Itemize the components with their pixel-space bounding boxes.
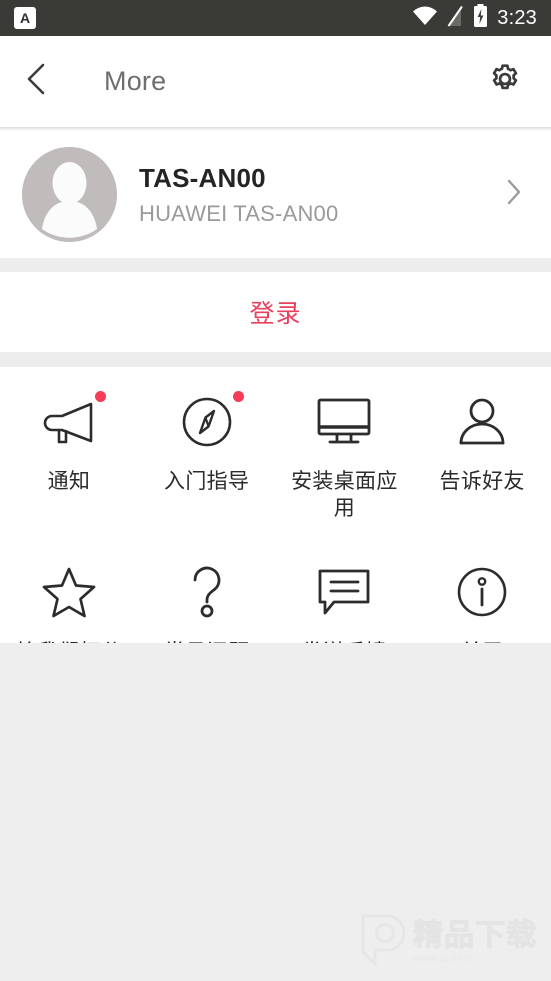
app-badge-letter: A bbox=[19, 10, 31, 26]
profile-chevron-button[interactable] bbox=[505, 177, 523, 212]
megaphone-icon bbox=[42, 399, 96, 450]
question-mark-icon bbox=[187, 565, 227, 624]
menu-grid-row-gap bbox=[0, 522, 551, 556]
speech-bubble-icon bbox=[317, 568, 371, 621]
menu-item-install-desktop-app[interactable]: 安装桌面应用 bbox=[276, 385, 414, 522]
person-icon bbox=[457, 397, 507, 452]
profile-text-block: TAS-AN00 HUAWEI TAS-AN00 bbox=[139, 162, 505, 227]
page-title: More bbox=[104, 66, 167, 96]
monitor-icon bbox=[316, 397, 372, 452]
gear-icon bbox=[488, 62, 522, 101]
login-button[interactable]: 登录 bbox=[249, 294, 301, 330]
profile-subtitle: HUAWEI TAS-AN00 bbox=[139, 200, 339, 226]
status-bar-right: 3:23 bbox=[412, 4, 537, 32]
menu-item-notifications[interactable]: 通知 bbox=[0, 385, 138, 522]
wifi-icon bbox=[412, 6, 438, 31]
tell-a-friend-icon-wrap bbox=[448, 393, 516, 455]
rate-us-icon-wrap bbox=[35, 564, 103, 626]
section-separator-top bbox=[0, 258, 551, 272]
send-feedback-icon-wrap bbox=[310, 564, 378, 626]
page-background bbox=[0, 643, 551, 981]
status-bar: A 3:23 bbox=[0, 0, 551, 36]
menu-item-label: 入门指导 bbox=[164, 469, 250, 493]
chevron-right-icon bbox=[505, 179, 523, 211]
signal-off-icon bbox=[447, 5, 464, 32]
star-icon bbox=[42, 566, 96, 623]
profile-name: TAS-AN00 bbox=[139, 163, 266, 193]
menu-item-label: 通知 bbox=[47, 469, 91, 493]
notification-badge-dot bbox=[94, 391, 106, 402]
compass-icon bbox=[181, 396, 233, 453]
avatar bbox=[22, 147, 117, 242]
chevron-left-icon bbox=[24, 62, 50, 101]
faq-icon-wrap bbox=[173, 564, 241, 626]
app-bar: More bbox=[0, 36, 551, 127]
login-section: 登录 bbox=[0, 272, 551, 352]
section-separator-bottom bbox=[0, 352, 551, 367]
info-circle-icon bbox=[456, 566, 508, 623]
profile-row[interactable]: TAS-AN00 HUAWEI TAS-AN00 bbox=[0, 131, 551, 258]
app-notification-icon: A bbox=[14, 7, 36, 29]
getting-started-icon-wrap bbox=[173, 391, 244, 455]
install-desktop-app-icon-wrap bbox=[310, 393, 378, 455]
getting-started-badge-dot bbox=[232, 391, 244, 402]
menu-item-tell-a-friend[interactable]: 告诉好友 bbox=[413, 385, 551, 522]
battery-charging-icon bbox=[473, 4, 488, 32]
back-button[interactable] bbox=[24, 62, 64, 102]
about-icon-wrap bbox=[448, 564, 516, 626]
notifications-icon-wrap bbox=[35, 391, 106, 455]
menu-item-label: 安装桌面应用 bbox=[291, 469, 398, 520]
menu-grid-row-1: 通知 入门指导 安装桌面应用 告诉好友 bbox=[0, 385, 551, 522]
menu-item-label: 告诉好友 bbox=[439, 469, 525, 493]
status-bar-clock: 3:23 bbox=[497, 6, 537, 29]
status-bar-left: A bbox=[14, 7, 36, 29]
settings-button[interactable] bbox=[485, 62, 525, 102]
menu-item-getting-started[interactable]: 入门指导 bbox=[138, 385, 276, 522]
person-placeholder-avatar bbox=[22, 147, 117, 242]
